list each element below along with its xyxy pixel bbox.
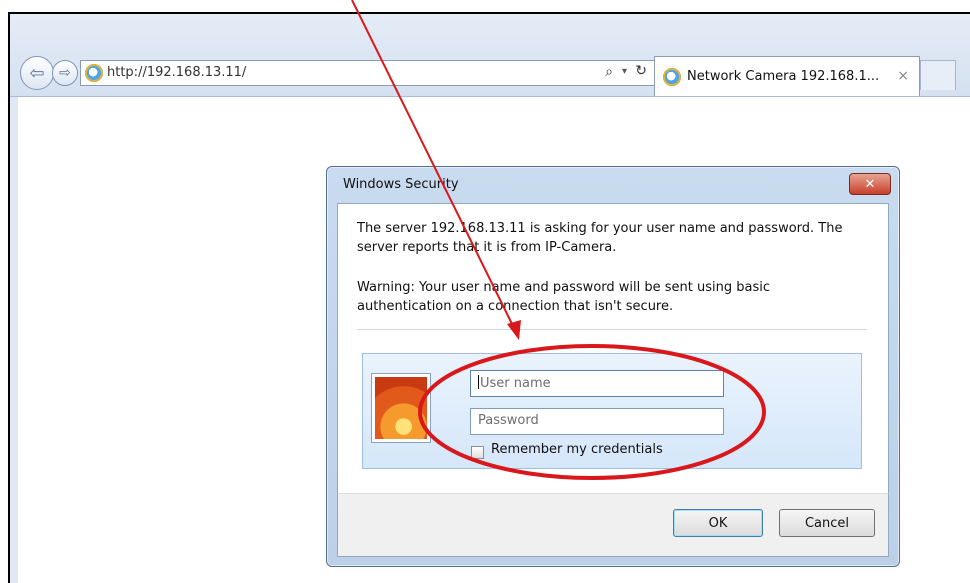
cancel-button[interactable]: Cancel xyxy=(779,509,875,537)
browser-toolbar: ⇦ ⇨ http://192.168.13.11/ ⌕ ▾ ↻ Network … xyxy=(10,14,970,96)
dropdown-icon[interactable]: ▾ xyxy=(622,66,627,77)
dialog-title: Windows Security xyxy=(343,177,459,192)
password-placeholder: Password xyxy=(478,413,539,428)
refresh-icon[interactable]: ↻ xyxy=(635,63,647,79)
address-url[interactable]: http://192.168.13.11/ xyxy=(107,65,246,80)
password-input[interactable]: Password xyxy=(470,408,724,435)
tab-network-camera[interactable]: Network Camera 192.168.1... × xyxy=(654,56,920,96)
text-caret xyxy=(478,375,479,389)
new-tab-button[interactable] xyxy=(920,60,956,90)
tab-title: Network Camera 192.168.1... xyxy=(687,69,880,84)
forward-arrow-icon: ⇨ xyxy=(59,65,71,81)
username-input[interactable]: User name xyxy=(470,370,724,397)
windows-security-dialog: Windows Security ✕ The server 192.168.13… xyxy=(326,166,900,567)
back-arrow-icon: ⇦ xyxy=(29,62,45,84)
user-avatar-icon xyxy=(372,374,430,442)
tab-ie-logo-icon xyxy=(663,68,681,86)
toolbar-divider xyxy=(10,96,970,97)
back-button[interactable]: ⇦ xyxy=(20,56,54,90)
forward-button[interactable]: ⇨ xyxy=(52,60,78,86)
username-placeholder: User name xyxy=(480,376,551,391)
remember-credentials-checkbox[interactable] xyxy=(471,446,484,459)
search-icon[interactable]: ⌕ xyxy=(605,64,613,80)
ok-button[interactable]: OK xyxy=(673,509,763,537)
ie-logo-icon xyxy=(85,64,103,82)
credential-panel: User name Password Remember my credentia… xyxy=(362,353,862,469)
dialog-close-button[interactable]: ✕ xyxy=(849,173,891,195)
close-icon: ✕ xyxy=(864,176,876,192)
warning-message: Warning: Your user name and password wil… xyxy=(357,280,770,314)
tab-close-icon[interactable]: × xyxy=(897,68,909,84)
remember-credentials-label[interactable]: Remember my credentials xyxy=(491,442,663,457)
address-bar[interactable]: http://192.168.13.11/ ⌕ ▾ ↻ xyxy=(80,60,656,86)
left-scroll-strip xyxy=(10,97,18,583)
content-divider xyxy=(357,329,867,330)
server-message: The server 192.168.13.11 is asking for y… xyxy=(357,221,843,255)
